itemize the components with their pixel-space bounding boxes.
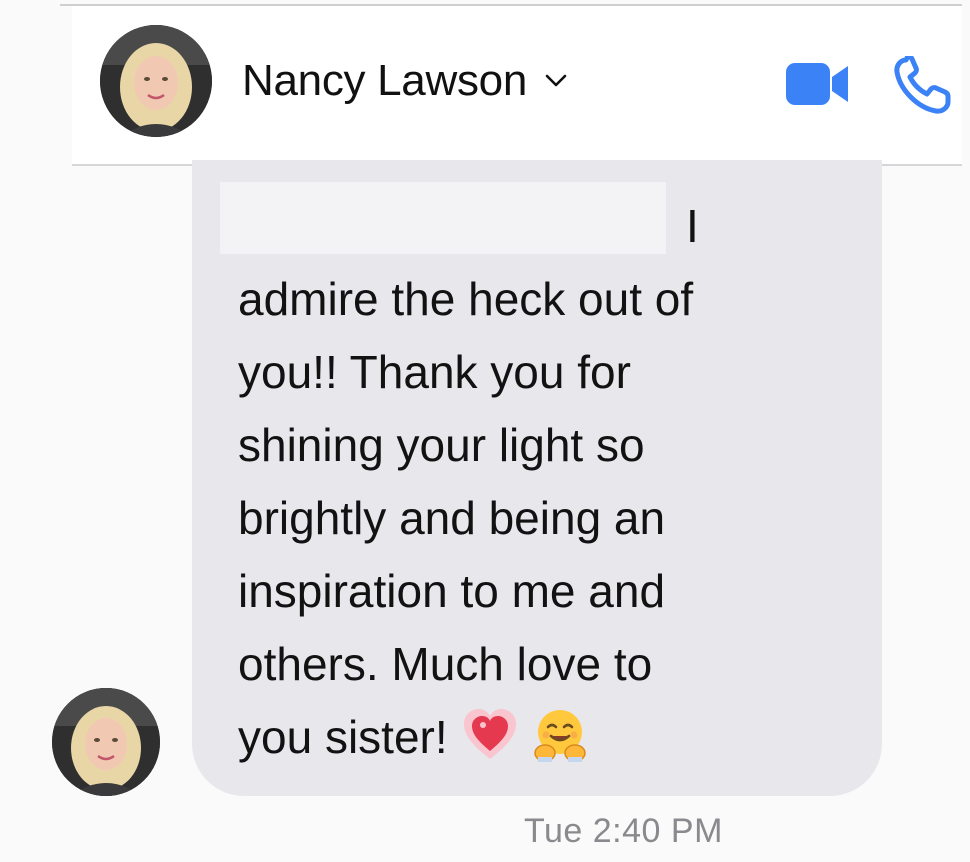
hugging-face-emoji bbox=[532, 707, 588, 763]
message-line: brightly and being an bbox=[238, 492, 666, 544]
contact-avatar[interactable] bbox=[100, 25, 212, 137]
sender-avatar[interactable] bbox=[52, 688, 160, 796]
contact-name: Nancy Lawson bbox=[242, 56, 527, 105]
message-line: I bbox=[686, 200, 699, 252]
message-line: admire the heck out of bbox=[238, 273, 694, 325]
chat-header: Nancy Lawson bbox=[72, 6, 962, 166]
message-line: others. Much love to bbox=[238, 638, 653, 690]
video-camera-icon[interactable] bbox=[784, 60, 850, 108]
message-timestamp: Tue 2:40 PM bbox=[524, 812, 723, 850]
message-line-text: you sister! bbox=[238, 711, 448, 763]
sparkling-heart-emoji bbox=[462, 707, 518, 763]
chat-screen: Nancy Lawson I admire the heck out of yo… bbox=[0, 0, 970, 862]
message-line: inspiration to me and bbox=[238, 565, 666, 617]
message-line-last: you sister! bbox=[238, 701, 848, 774]
message-text: I admire the heck out of you!! Thank you… bbox=[238, 190, 848, 774]
message-bubble[interactable]: I admire the heck out of you!! Thank you… bbox=[192, 160, 882, 796]
chevron-down-icon bbox=[545, 74, 567, 87]
contact-name-button[interactable]: Nancy Lawson bbox=[242, 56, 567, 106]
message-line: you!! Thank you for bbox=[238, 346, 631, 398]
message-line: shining your light so bbox=[238, 419, 645, 471]
phone-icon[interactable] bbox=[892, 56, 954, 116]
